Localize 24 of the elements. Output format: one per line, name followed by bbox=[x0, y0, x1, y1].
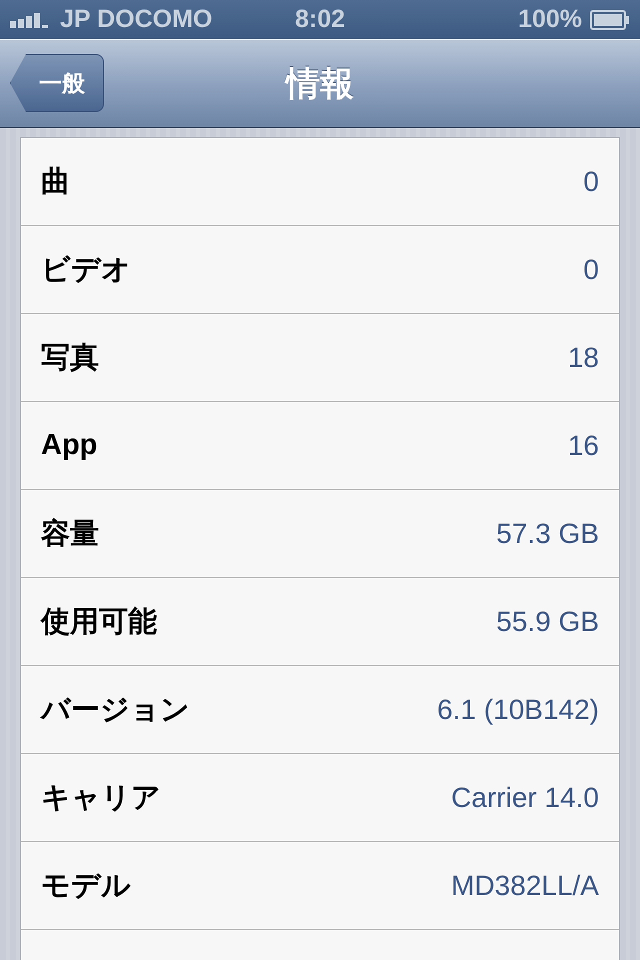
row-value: 6.1 (10B142) bbox=[437, 694, 599, 726]
row-label: 容量 bbox=[41, 516, 99, 552]
row-label: キャリア bbox=[41, 780, 161, 816]
row-value: 0 bbox=[583, 254, 599, 286]
row-value: 57.3 GB bbox=[496, 518, 599, 550]
screen-title: 情報 bbox=[286, 64, 354, 104]
row-label: 写真 bbox=[41, 340, 99, 376]
row-value: 16 bbox=[568, 430, 599, 462]
row-value: 18 bbox=[568, 342, 599, 374]
row-value: Carrier 14.0 bbox=[451, 782, 599, 814]
row-label: ビデオ bbox=[41, 252, 131, 288]
row-label: 使用可能 bbox=[41, 604, 157, 640]
battery-percentage: 100% bbox=[518, 5, 582, 34]
row-value: 55.9 GB bbox=[496, 606, 599, 638]
carrier-name: JP DOCOMO bbox=[60, 5, 212, 34]
row-value: MD382LL/A bbox=[451, 870, 599, 902]
row-label: App bbox=[41, 429, 98, 462]
row-value: 0 bbox=[583, 166, 599, 198]
back-button[interactable]: 一般 bbox=[10, 54, 104, 112]
clock-time: 8:02 bbox=[294, 5, 346, 34]
row-label: バージョン bbox=[41, 692, 190, 728]
row-label: 曲 bbox=[41, 164, 70, 200]
battery-icon bbox=[590, 10, 630, 30]
row-label: モデル bbox=[41, 868, 131, 904]
